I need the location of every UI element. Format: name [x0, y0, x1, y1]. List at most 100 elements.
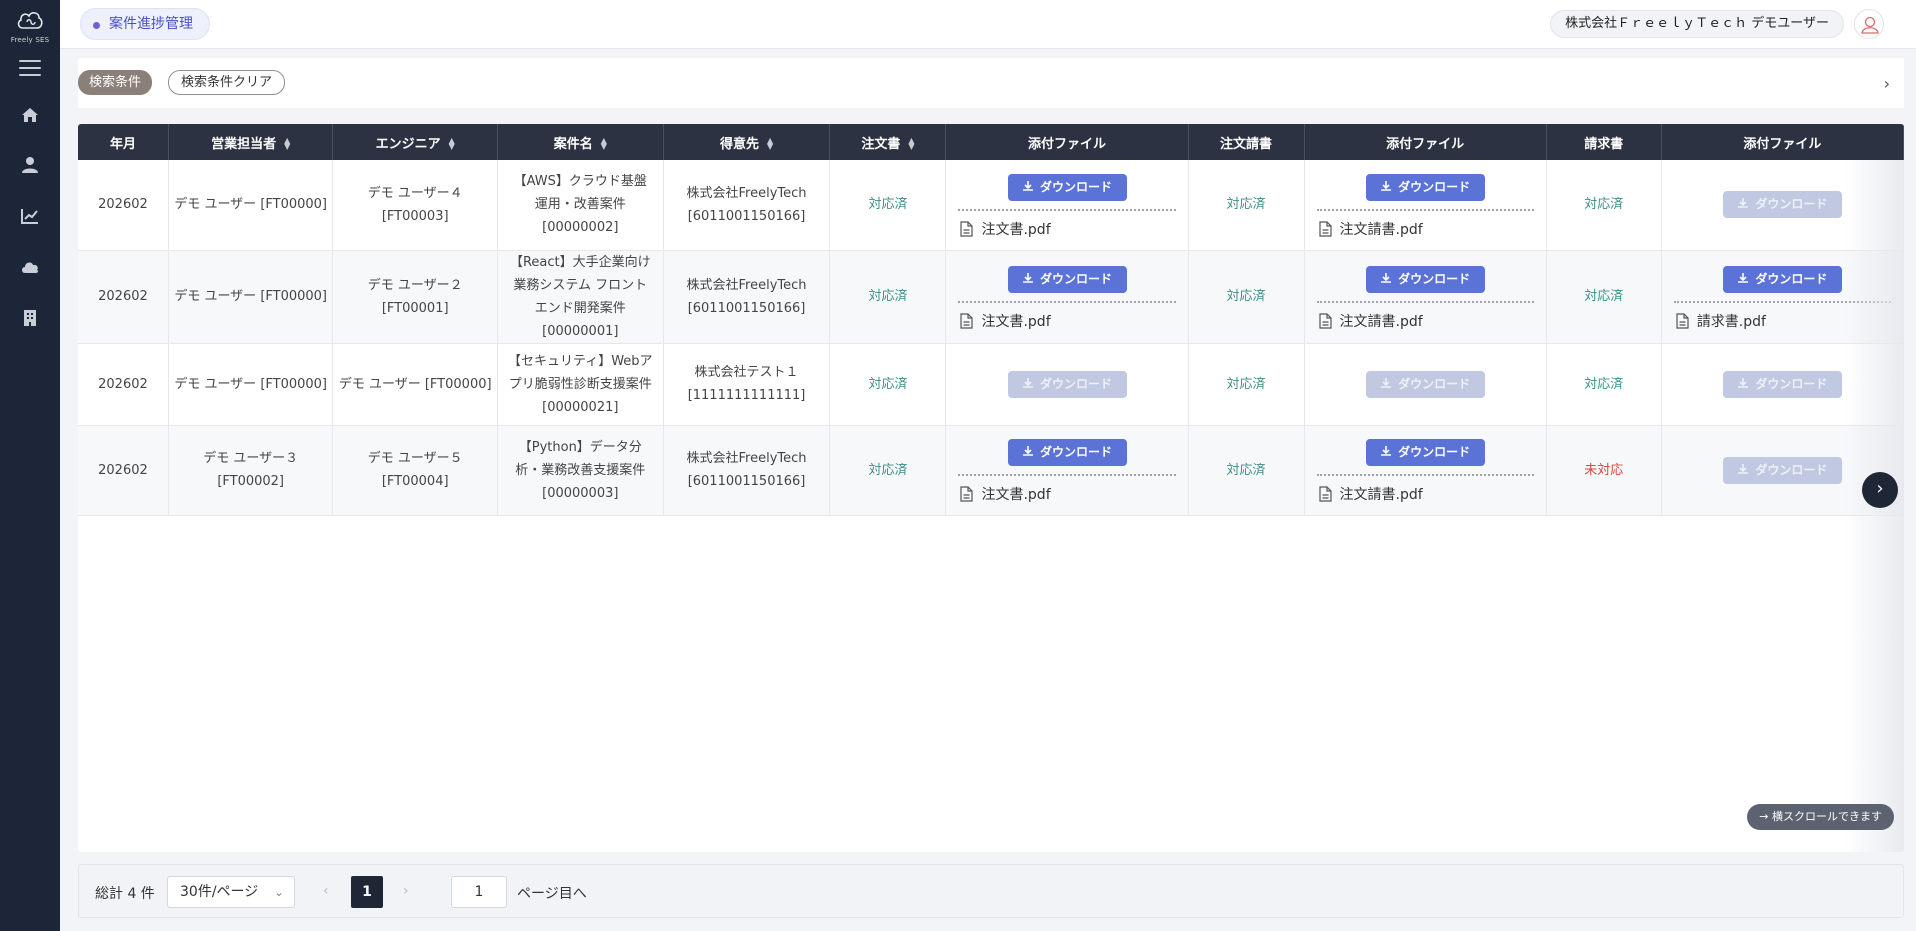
chevron-right-icon[interactable]: ›	[1884, 74, 1890, 93]
cell-acceptance-status: 対応済	[1188, 250, 1305, 344]
download-label: ダウンロード	[1040, 376, 1113, 391]
goto-page-input[interactable]: 1	[451, 876, 507, 908]
current-page-button[interactable]: 1	[351, 876, 383, 908]
cell-sales: デモ ユーザー [FT00000]	[168, 343, 334, 426]
file-link[interactable]: 注文書.pdf	[946, 476, 1187, 507]
cell-sales-text: デモ ユーザー [FT00000]	[174, 289, 328, 304]
download-label: ダウンロード	[1755, 197, 1828, 212]
cloud-icon[interactable]	[19, 256, 41, 278]
sort-icon[interactable]: ▲ ▼	[601, 137, 607, 151]
building-icon[interactable]	[19, 307, 41, 329]
cell-client: 株式会社テスト１ [1111111111111]	[663, 343, 831, 426]
clear-search-button[interactable]: 検索条件クリア	[168, 70, 286, 95]
download-icon	[1381, 272, 1392, 283]
col-header-engineer[interactable]: エンジニア ▲ ▼	[332, 124, 498, 160]
cell-project: 【セキュリティ】Webアプリ脆弱性診断支援案件 [00000021]	[497, 343, 664, 426]
file-link[interactable]: 注文請書.pdf	[1305, 303, 1546, 334]
search-conditions-button[interactable]: 検索条件	[78, 70, 153, 95]
menu-toggle-icon[interactable]	[19, 60, 41, 76]
download-button-disabled: ダウンロード	[1722, 191, 1842, 219]
col-header-acceptance: 注文請書	[1188, 124, 1305, 160]
download-label: ダウンロード	[1040, 445, 1113, 459]
file-icon	[960, 221, 974, 237]
download-button-disabled: ダウンロード	[1007, 370, 1127, 398]
cell-invoice-status: 対応済	[1546, 343, 1662, 426]
sort-icon[interactable]: ▲ ▼	[767, 137, 773, 151]
download-button[interactable]: ダウンロード	[1365, 173, 1485, 201]
cell-sales: デモ ユーザー３ [FT00002]	[168, 425, 334, 516]
cell-invoice-attachment: ダウンロード	[1661, 343, 1904, 426]
avatar[interactable]	[1854, 9, 1884, 39]
cell-acceptance-status: 対応済	[1188, 160, 1305, 251]
file-link[interactable]: 注文請書.pdf	[1305, 211, 1546, 242]
cell-invoice-status-text: 対応済	[1584, 289, 1624, 304]
total-count: 総計 4 件	[95, 886, 155, 902]
page-size-select[interactable]: 30件/ページ ⌄	[167, 876, 295, 908]
scroll-right-icon[interactable]: ›	[1862, 472, 1898, 508]
cell-acceptance-attachment: ダウンロード注文請書.pdf	[1304, 160, 1547, 251]
cell-invoice-attachment: ダウンロード請求書.pdf	[1661, 250, 1904, 344]
download-button[interactable]: ダウンロード	[1365, 265, 1485, 293]
cell-project-text: 【Python】データ分析・業務改善支援案件 [00000003]	[515, 439, 646, 501]
cell-order-status-text: 対応済	[868, 289, 908, 304]
chart-icon[interactable]	[19, 205, 41, 227]
file-icon	[1318, 221, 1332, 237]
home-icon[interactable]	[19, 104, 41, 126]
cell-order-attachment: ダウンロード注文書.pdf	[945, 250, 1189, 344]
cell-invoice-status: 未対応	[1546, 425, 1662, 516]
next-page-button[interactable]: ›	[403, 883, 409, 899]
download-label: ダウンロード	[1755, 271, 1828, 286]
download-button[interactable]: ダウンロード	[1722, 265, 1842, 293]
cell-project: 【AWS】クラウド基盤 運用・改善案件 [00000002]	[497, 160, 664, 251]
sort-icon[interactable]: ▲ ▼	[284, 137, 290, 151]
cell-project-text: 【セキュリティ】Webアプリ脆弱性診断支援案件 [00000021]	[508, 353, 653, 415]
cell-order-status: 対応済	[829, 160, 947, 251]
col-header-sales[interactable]: 営業担当者 ▲ ▼	[168, 124, 334, 160]
page-title-tag[interactable]: 案件進捗管理	[80, 8, 210, 40]
download-button[interactable]: ダウンロード	[1007, 265, 1127, 293]
cell-month-text: 202602	[98, 197, 148, 213]
file-link[interactable]: 注文請書.pdf	[1305, 476, 1546, 507]
cell-sales: デモ ユーザー [FT00000]	[168, 250, 334, 344]
download-icon	[1738, 463, 1749, 474]
user-icon[interactable]	[19, 154, 41, 176]
file-icon	[1676, 312, 1689, 329]
project-table-card: 年月 営業担当者 ▲ ▼ エンジニア ▲ ▼ 案件名 ▲ ▼ 得意先 ▲ ▼ 注文書 ▲ ▼ 添付フ…	[78, 124, 1904, 852]
sort-icon[interactable]: ▲ ▼	[449, 137, 455, 151]
cell-invoice-status-text: 対応済	[1584, 376, 1624, 392]
col-header-acceptance-attachment: 添付ファイル	[1304, 124, 1547, 160]
cell-order-attachment: ダウンロード注文書.pdf	[945, 160, 1189, 251]
download-label: ダウンロード	[1398, 179, 1471, 194]
file-link[interactable]: 注文書.pdf	[946, 211, 1187, 242]
col-header-client[interactable]: 得意先 ▲ ▼	[663, 124, 831, 160]
download-button-disabled: ダウンロード	[1365, 370, 1485, 398]
file-link[interactable]: 請求書.pdf	[1662, 303, 1903, 334]
app-logo[interactable]: Freely SES	[10, 8, 50, 44]
download-button[interactable]: ダウンロード	[1007, 439, 1127, 466]
cell-client: 株式会社FreelyTech [6011001150166]	[663, 160, 831, 251]
download-icon	[1023, 180, 1034, 191]
download-icon	[1381, 180, 1392, 191]
cell-acceptance-attachment: ダウンロード注文請書.pdf	[1304, 250, 1547, 344]
download-button[interactable]: ダウンロード	[1365, 439, 1485, 466]
prev-page-button[interactable]: ‹	[323, 883, 329, 899]
download-button[interactable]: ダウンロード	[1007, 173, 1127, 201]
sort-icon[interactable]: ▲ ▼	[908, 137, 914, 151]
cell-client-text: 株式会社FreelyTech [6011001150166]	[686, 185, 807, 224]
cell-client-text: 株式会社テスト１ [1111111111111]	[687, 365, 806, 403]
cell-acceptance-attachment: ダウンロード	[1304, 343, 1547, 426]
col-header-project[interactable]: 案件名 ▲ ▼	[497, 124, 664, 160]
col-header-invoice-attachment: 添付ファイル	[1661, 124, 1904, 160]
table-row: 202602 デモ ユーザー [FT00000] デモ ユーザー４ [FT00003…	[78, 160, 1904, 251]
cell-invoice-status: 対応済	[1546, 250, 1662, 344]
user-account-label[interactable]: 株式会社ＦｒｅｅｌｙＴｅｃｈ デモユーザー	[1550, 10, 1844, 38]
cell-sales: デモ ユーザー [FT00000]	[168, 160, 334, 251]
download-label: ダウンロード	[1040, 271, 1113, 286]
download-label: ダウンロード	[1398, 376, 1471, 391]
file-name: 注文請書.pdf	[1339, 221, 1423, 238]
cell-engineer: デモ ユーザー５ [FT00004]	[332, 425, 498, 516]
file-link[interactable]: 注文書.pdf	[946, 303, 1187, 334]
download-icon	[1738, 198, 1749, 209]
col-header-order[interactable]: 注文書 ▲ ▼	[829, 124, 947, 160]
col-header-month: 年月	[78, 124, 169, 160]
